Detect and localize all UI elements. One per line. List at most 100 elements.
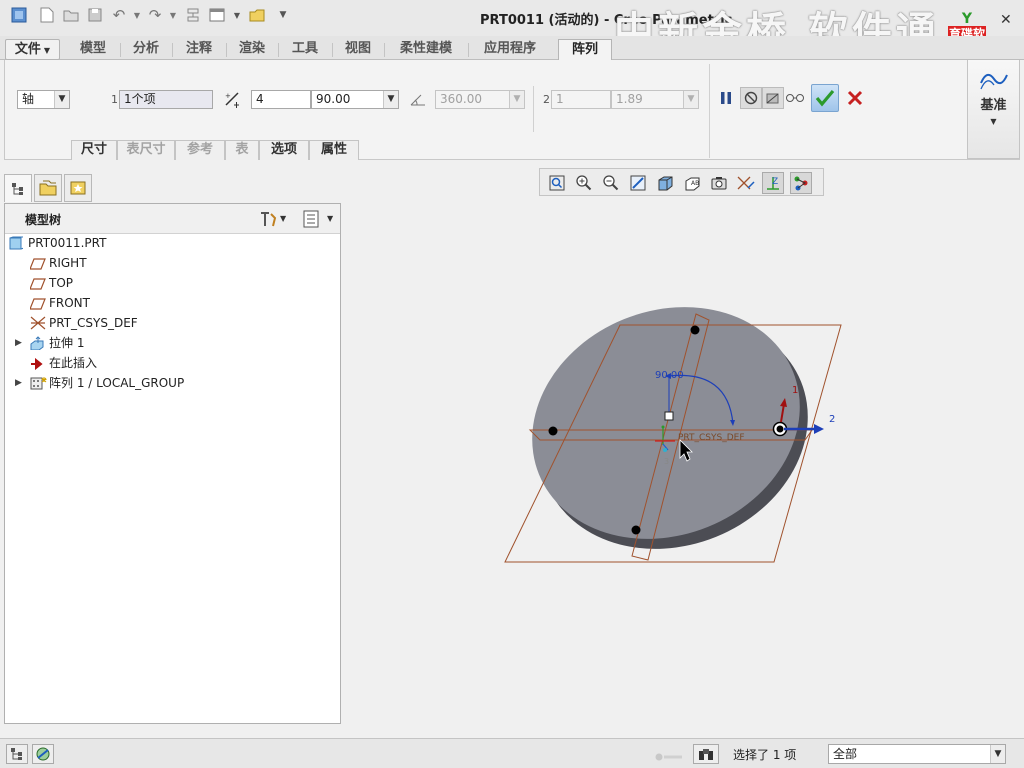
pattern-member-point[interactable] [690,325,700,335]
tree-settings-button[interactable]: ▼ [257,209,287,229]
chevron-down-icon: ▼ [383,91,398,108]
model-tree-header: 模型树 ▼ ▼ [5,204,340,234]
zoom-out-icon[interactable] [600,172,622,194]
member-count-input[interactable]: 4 [251,90,311,109]
zoom-in-icon[interactable] [573,172,595,194]
selection-filter-select[interactable]: 全部 ▼ [828,744,1006,764]
tree-item-extrude[interactable]: ▶ 拉伸 1 [5,333,340,353]
file-menu-label: 文件 [14,42,41,57]
new-file-icon[interactable] [38,6,56,24]
tree-item-label: FRONT [49,296,90,310]
datum-plane-icon [29,296,46,310]
tab-pattern[interactable]: 阵列 [558,39,612,60]
chevron-down-icon: ▼ [54,91,69,108]
cancel-x-button[interactable] [843,85,867,111]
subtab-dimensions[interactable]: 尺寸 [71,140,117,160]
tree-item-insert-here[interactable]: 在此插入 [5,353,340,373]
direction2-spacing-input[interactable]: 1.89 ▼ [611,90,699,109]
tree-item-csys[interactable]: PRT_CSYS_DEF [5,313,340,333]
repaint-icon[interactable] [627,172,649,194]
axis-label-2: 2 [829,414,835,425]
file-menu-button[interactable]: 文件 ▼ [5,39,60,60]
subtab-table[interactable]: 表 [225,140,259,160]
chevron-down-icon: ▼ [990,117,997,126]
angle-increment-input[interactable]: 90.00 ▼ [311,90,399,109]
model-tree-tab[interactable] [4,174,32,202]
tab-annotate[interactable]: 注释 [174,39,224,60]
regenerate-icon[interactable] [184,6,202,24]
graphics-viewport[interactable]: 90.00 2 1 PRT_CSYS_DEF 3 [350,200,1020,730]
angle-increment-value: 90.00 [316,92,351,106]
spin-center-icon[interactable] [790,172,812,194]
expand-arrow-icon[interactable]: ▶ [15,333,22,353]
pattern-ribbon: 轴 ▼ 1 1个项 + 4 90.00 ▼ 360.00 ▼ 2 1 1.89 … [4,60,1020,160]
chevron-down-icon: ▼ [43,46,51,55]
tab-tools[interactable]: 工具 [280,39,330,60]
tab-model[interactable]: 模型 [68,39,118,60]
datum-flyout-button[interactable]: 基准 ▼ [967,60,1020,159]
subtab-options[interactable]: 选项 [259,140,309,160]
save-icon[interactable] [86,6,104,24]
expand-arrow-icon[interactable]: ▶ [15,373,22,393]
show-menu-button[interactable]: ▼ [302,209,336,229]
no-preview-button[interactable] [740,87,762,109]
redo-icon[interactable]: ↷ [146,6,164,24]
pause-button[interactable] [715,87,737,109]
tree-item-part[interactable]: PRT0011.PRT [0,233,319,253]
title-bar: ↶ ▼ ↷ ▼ ▼ ▼ PRT0011 (活动的) - Creo Paramet… [0,0,1024,56]
annotation-display-icon[interactable]: Z [762,172,784,194]
direction2-count-input[interactable]: 1 [551,90,611,109]
tab-view[interactable]: 视图 [334,39,382,60]
display-style-icon[interactable] [654,172,676,194]
customize-toolbar-icon[interactable]: ▼ [274,6,292,24]
tree-item-top-plane[interactable]: TOP [5,273,340,293]
windows-icon[interactable] [208,6,226,24]
ribbon-tab-bar: 文件 ▼ 模型 分析 注释 渲染 工具 视图 柔性建模 应用程序 阵列 [0,36,1024,60]
tab-render[interactable]: 渲染 [228,39,276,60]
windows-dropdown-icon[interactable]: ▼ [228,6,246,24]
refit-icon[interactable] [546,172,568,194]
tab-analysis[interactable]: 分析 [122,39,170,60]
drag-handle[interactable] [664,411,674,421]
angular-extent-value: 360.00 [440,92,482,106]
angle-dimension-value[interactable]: 90.00 [655,370,684,381]
pattern-type-select[interactable]: 轴 ▼ [17,90,70,109]
verify-glasses-button[interactable] [785,87,807,109]
tree-item-front-plane[interactable]: FRONT [5,293,340,313]
tab-applications[interactable]: 应用程序 [470,39,550,60]
ok-checkmark-button[interactable] [811,84,839,112]
redo-dropdown-icon[interactable]: ▼ [164,6,182,24]
view-manager-icon[interactable] [708,172,730,194]
tab-flexible-modeling[interactable]: 柔性建模 [386,39,466,60]
tree-item-label: 阵列 1 / LOCAL_GROUP [49,376,185,390]
favorites-tab[interactable] [64,174,92,202]
open-folder-icon[interactable] [62,6,80,24]
angular-extent-input[interactable]: 360.00 ▼ [435,90,525,109]
cancel-x-icon [847,90,863,106]
datum-display-filters-icon[interactable] [735,172,757,194]
selection-status: 选择了 1 项 [733,748,797,762]
subtab-table-dimensions[interactable]: 表尺寸 [117,140,175,160]
close-window-button[interactable]: ✕ [1000,12,1018,28]
toggle-browser-button[interactable] [32,744,54,764]
toggle-navigator-button[interactable] [6,744,28,764]
saved-orientations-icon[interactable]: AB [681,172,703,194]
subtab-properties[interactable]: 属性 [309,140,359,160]
close-window-icon[interactable] [248,6,266,24]
subtab-references[interactable]: 参考 [175,140,225,160]
angular-extent-icon[interactable] [407,88,429,110]
datum-curve-icon [979,73,1008,90]
model-tree-title: 模型树 [25,213,62,227]
status-bar: 选择了 1 项 全部 ▼ [0,738,1024,768]
pattern-member-point[interactable] [631,525,641,535]
undo-icon[interactable]: ↶ [110,6,128,24]
attached-preview-button[interactable] [762,87,784,109]
find-button[interactable] [693,744,719,764]
tree-item-right-plane[interactable]: RIGHT [5,253,340,273]
tree-item-pattern[interactable]: ▶ 阵列 1 / LOCAL_GROUP [5,373,340,393]
folder-browser-tab[interactable] [34,174,62,202]
undo-dropdown-icon[interactable]: ▼ [128,6,146,24]
regeneration-status-icon [654,750,684,761]
axis-reference-collector[interactable]: 1个项 [119,90,213,109]
pattern-member-point[interactable] [548,426,558,436]
